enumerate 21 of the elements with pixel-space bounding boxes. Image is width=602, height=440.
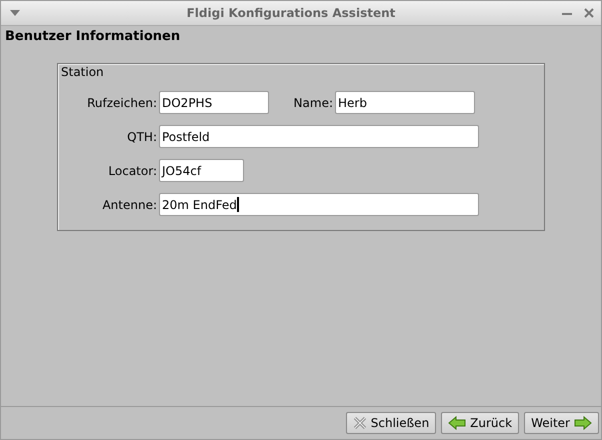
group-title: Station bbox=[61, 65, 104, 79]
back-button[interactable]: Zurück bbox=[441, 412, 520, 434]
input-field[interactable]: Herb bbox=[335, 91, 475, 114]
field-label: Locator: bbox=[107, 164, 158, 178]
field-label: Rufzeichen: bbox=[86, 96, 158, 110]
field-label: Antenne: bbox=[101, 198, 158, 212]
input-field[interactable]: 20m EndFed bbox=[159, 193, 479, 216]
right-arrow-icon bbox=[574, 416, 592, 430]
left-arrow-icon bbox=[448, 416, 466, 430]
field-label: QTH: bbox=[126, 130, 158, 144]
window-menu-icon[interactable] bbox=[9, 9, 21, 17]
page-heading: Benutzer Informationen bbox=[5, 29, 182, 46]
next-button[interactable]: Weiter bbox=[524, 412, 599, 434]
close-icon[interactable] bbox=[583, 7, 595, 19]
field-label: Name: bbox=[292, 96, 334, 110]
window-title: Fldigi Konfigurations Assistent bbox=[186, 6, 396, 20]
input-field[interactable]: JO54cf bbox=[159, 159, 244, 182]
input-field[interactable]: Postfeld bbox=[159, 125, 479, 148]
close-button[interactable]: Schließen bbox=[346, 412, 436, 434]
close-icon bbox=[352, 416, 367, 430]
input-field[interactable]: DO2PHS bbox=[159, 91, 269, 114]
